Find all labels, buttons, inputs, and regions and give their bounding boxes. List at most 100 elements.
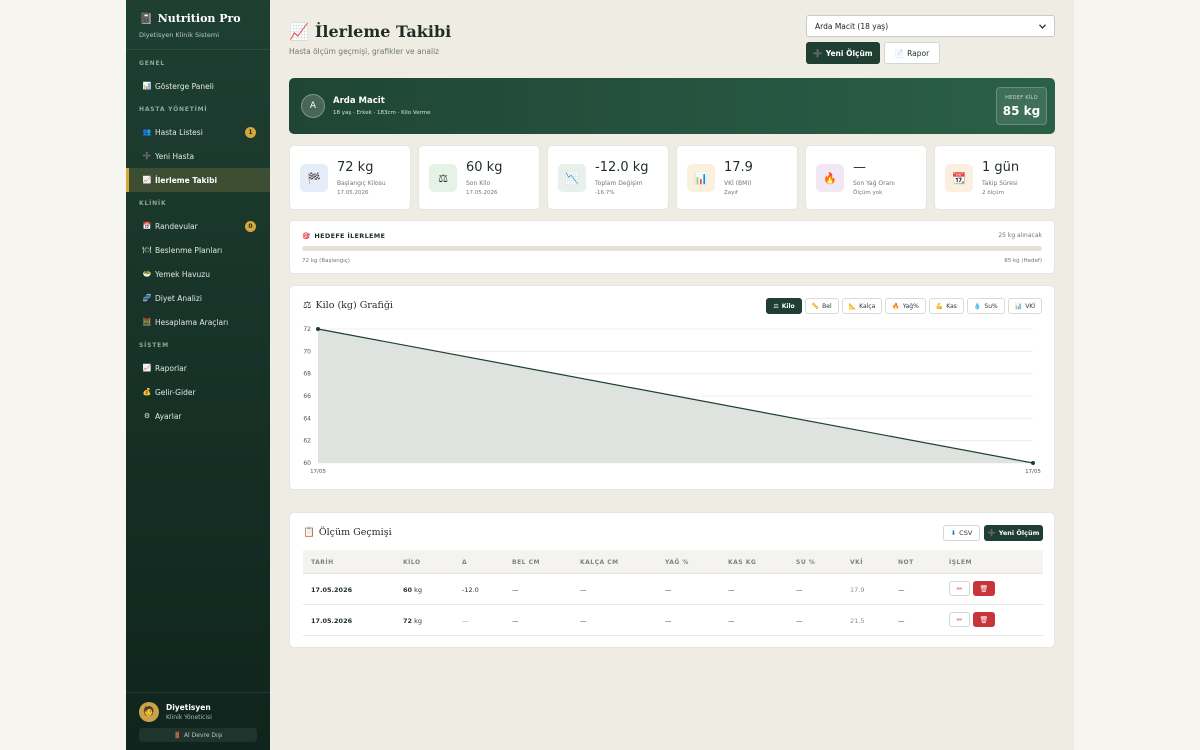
y-tick-label: 62 [303,438,311,445]
sidebar-item-calc-tools[interactable]: 🧮 Hesaplama Araçları [126,310,270,334]
cell-note: — [898,586,905,594]
stat-label: Son Yağ Oranı [853,180,895,187]
sidebar-item-new-patient[interactable]: ➕ Yeni Hasta [126,144,270,168]
column-header: KİLO [403,559,421,566]
csv-export-button[interactable]: ⬇ CSV [943,525,980,541]
patient-hero-card: A Arda Macit 18 yaş · Erkek · 183cm · Ki… [289,78,1055,134]
stat-card-bmi: 📊 17.9 VKİ (BMI) Zayıf [676,145,798,210]
stat-sub: Zayıf [724,190,738,196]
main-content: 📈 İlerleme Takibi Hasta ölçüm geçmişi, g… [270,0,1074,750]
stat-label: Toplam Değişim [595,180,643,187]
tab-label: Yağ% [902,302,919,310]
page-subtitle: Hasta ölçüm geçmişi, grafikler ve analiz [289,47,440,56]
checkered-flag-icon: 🏁 [300,164,328,192]
door-icon: 🚪 [173,731,181,739]
page-title-text: İlerleme Takibi [314,22,452,41]
delete-button[interactable]: 🗑 [973,612,995,627]
avatar: 🧑 [139,702,159,722]
tab-label: Su% [984,302,998,310]
triangle-ruler-icon: 📐 [848,302,857,310]
tab-su[interactable]: 💧 Su% [966,298,1005,314]
nav-section-system: SİSTEM [139,342,169,349]
cell-fat: — [665,586,672,594]
patient-select-value: Arda Macit (18 yaş) [815,21,889,31]
sidebar-item-appointments[interactable]: 📅 Randevular 0 [126,214,270,238]
sidebar-item-settings[interactable]: ⚙ Ayarlar [126,404,270,428]
delete-button[interactable]: 🗑 [973,581,995,596]
trash-icon: 🗑 [979,615,989,624]
tab-kas[interactable]: 💪 Kas [928,298,964,314]
cell-fat: — [665,617,672,625]
stat-card-fat-ratio: 🔥 — Son Yağ Oranı Ölçüm yok [805,145,927,210]
sidebar-item-label: Hasta Listesi [155,127,203,137]
users-icon: 👥 [142,128,152,136]
x-tick-label: 17/05 [310,469,326,475]
target-icon: 🎯 [302,232,311,240]
new-measurement-table-button[interactable]: ➕ Yeni Ölçüm [984,525,1043,541]
sidebar-item-label: Yemek Havuzu [155,269,210,279]
stat-label: VKİ (BMI) [724,180,752,187]
cell-bmi: 17.9 [850,586,865,594]
cell-date: 17.05.2026 [311,617,353,625]
logout-label: Al Devre Dışı [183,731,223,739]
trash-icon: 🗑 [979,584,989,593]
cell-delta: -12.0 [462,586,479,594]
column-header: NOT [898,559,914,566]
patient-select[interactable]: Arda Macit (18 yaş) [806,15,1055,37]
sidebar-item-patient-list[interactable]: 👥 Hasta Listesi 1 [126,120,270,144]
goal-progress-bar [302,246,1042,251]
count-badge: 0 [245,221,256,232]
trend-down-icon: 📉 [558,164,586,192]
weight-chart-card: 60 62 64 66 68 70 72 17/05 17/05 ⚖ Kilo (kg) Gra… [289,285,1055,490]
patient-meta: 18 yaş · Erkek · 183cm · Kilo Verme [333,110,431,116]
tab-label: Bel [822,302,832,310]
report-button[interactable]: 📄 Rapor [884,42,940,64]
cell-waist: — [512,617,519,625]
nav-section-clinic: KLİNİK [139,200,167,207]
tab-bel[interactable]: 📏 Bel [804,298,839,314]
plus-icon: ➕ [987,529,996,537]
edit-button[interactable]: ✏ [949,612,970,627]
sidebar-item-progress[interactable]: 📈 İlerleme Takibi [126,168,270,192]
tab-kalca[interactable]: 📐 Kalça [841,298,883,314]
logout-button[interactable]: 🚪 Al Devre Dışı [139,728,257,742]
edit-button[interactable]: ✏ [949,581,970,596]
sidebar-item-income[interactable]: 💰 Gelir-Gider [126,380,270,404]
stat-card-start-weight: 🏁 72 kg Başlangıç Kilosu 17.05.2026 [289,145,411,210]
goal-remaining: 25 kg alınacak [998,232,1042,239]
cell-weight-unit: kg [414,586,423,594]
stat-value: -12.0 kg [595,160,649,175]
cell-weight: 72 kg [403,617,422,625]
sidebar-item-dashboard[interactable]: 📊 Gösterge Paneli [126,74,270,98]
stat-sub: 17.05.2026 [466,190,498,196]
pencil-icon: ✏ [956,615,963,624]
sidebar-item-label: Yeni Hasta [155,151,195,161]
sidebar-item-nutrition-plans[interactable]: 🍽 Beslenme Planları [126,238,270,262]
count-badge: 1 [245,127,256,138]
document-icon: 📄 [894,48,905,58]
tab-label: Kilo [781,302,795,310]
sidebar-item-food-pool[interactable]: 🥗 Yemek Havuzu [126,262,270,286]
y-tick-label: 68 [303,371,311,378]
goal-start-label: 72 kg (Başlangıç) [302,258,350,264]
goal-progress-title-text: HEDEFE İLERLEME [314,232,386,240]
stat-value: 60 kg [466,160,503,175]
notebook-icon: 📓 [139,12,153,25]
tab-vki[interactable]: 📊 VKİ [1007,298,1042,314]
stat-label: Son Kilo [466,180,491,187]
brand-title[interactable]: 📓 Nutrition Pro [139,12,257,25]
user-panel: 🧑 Diyetisyen Klinik Yöneticisi 🚪 Al Devr… [126,692,270,750]
table-row: 17.05.2026 72 kg — — — — — — 21.5 — ✏ 🗑 [303,605,1043,636]
tab-kilo[interactable]: ⚖ Kilo [766,298,802,314]
tab-yag[interactable]: 🔥 Yağ% [885,298,926,314]
column-header: BEL CM [512,559,540,566]
measurement-history-title-text: Ölçüm Geçmişi [318,527,392,538]
sidebar-item-diet-analysis[interactable]: 🧬 Diyet Analizi [126,286,270,310]
sidebar-item-reports[interactable]: 📈 Raporlar [126,356,270,380]
new-measurement-button[interactable]: ➕ Yeni Ölçüm [806,42,880,64]
stat-card-tracking-duration: 📆 1 gün Takip Süresi 2 ölçüm [934,145,1056,210]
sidebar-item-label: Gösterge Paneli [155,81,214,91]
user-name: Diyetisyen [166,703,211,712]
tab-label: VKİ [1025,302,1035,310]
table-header: TARİH KİLO Δ BEL CM KALÇA CM YAĞ % KAS K… [303,550,1043,574]
